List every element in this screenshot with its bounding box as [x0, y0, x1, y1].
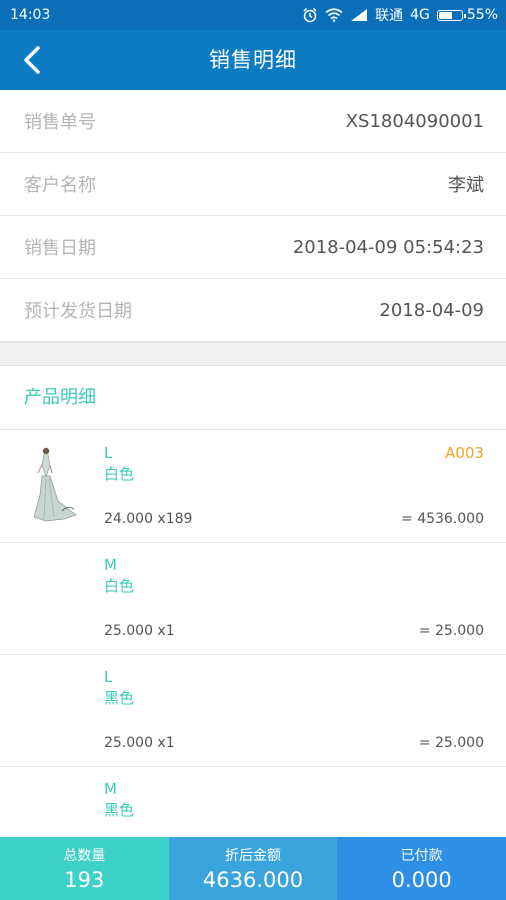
product-size: L: [104, 444, 113, 462]
customer-name-label: 客户名称: [24, 175, 96, 196]
product-color: 黑色: [104, 689, 135, 707]
product-item[interactable]: L 白色 A003 24.000 x189 = 4536.000: [0, 431, 506, 543]
battery-percent: 55%: [466, 7, 498, 23]
discounted-amount-value: 4636.000: [202, 868, 304, 892]
product-size: M: [104, 780, 117, 798]
wifi-icon: [325, 8, 343, 22]
product-total: = 25.000: [418, 735, 484, 751]
sale-date-row: 销售日期 2018-04-09 05:54:23: [0, 216, 506, 279]
product-code: A003: [445, 444, 484, 462]
status-time: 14:03: [10, 7, 51, 23]
product-size: L: [104, 668, 113, 686]
discounted-amount-cell: 折后金额 4636.000: [168, 837, 338, 900]
carrier-label: 联通: [375, 8, 404, 24]
order-number-row: 销售单号 XS1804090001: [0, 90, 506, 153]
nav-bar: 销售明细: [0, 30, 506, 90]
status-indicators: 联通 4G 55%: [302, 5, 498, 25]
summary-footer: 总数量 193 折后金额 4636.000 已付款 0.000: [0, 837, 506, 900]
signal-icon: [351, 9, 368, 21]
battery-icon: [436, 9, 466, 21]
page-title: 销售明细: [209, 48, 297, 72]
ship-date-label: 预计发货日期: [24, 301, 132, 322]
ship-date-value: 2018-04-09: [379, 299, 484, 321]
ship-date-row: 预计发货日期 2018-04-09: [0, 279, 506, 342]
total-quantity-value: 193: [64, 868, 105, 892]
product-image: [33, 447, 77, 522]
customer-name-row: 客户名称 李斌: [0, 153, 506, 216]
chevron-left-icon: [24, 46, 40, 74]
product-list: L 白色 A003 24.000 x189 = 4536.000 M 白色 25…: [0, 431, 506, 879]
total-quantity-label: 总数量: [63, 848, 106, 864]
order-number-value: XS1804090001: [345, 110, 484, 132]
alarm-icon: [303, 7, 317, 23]
total-quantity-cell: 总数量 193: [0, 837, 169, 900]
customer-name-value: 李斌: [448, 175, 484, 196]
paid-amount-cell: 已付款 0.000: [337, 837, 506, 900]
section-divider: [0, 342, 506, 366]
product-item[interactable]: M 白色 25.000 x1 = 25.000: [0, 543, 506, 655]
paid-amount-value: 0.000: [391, 868, 452, 892]
product-quantity: 25.000 x1: [104, 735, 175, 751]
product-item[interactable]: L 黑色 25.000 x1 = 25.000: [0, 655, 506, 767]
battery-indicator: 55%: [436, 7, 498, 23]
product-total: = 4536.000: [401, 511, 484, 527]
order-info-list: 销售单号 XS1804090001 客户名称 李斌 销售日期 2018-04-0…: [0, 90, 506, 342]
product-color: 黑色: [104, 801, 135, 819]
discounted-amount-label: 折后金额: [225, 848, 281, 864]
sale-date-value: 2018-04-09 05:54:23: [292, 236, 484, 258]
paid-amount-label: 已付款: [400, 848, 443, 864]
product-quantity: 25.000 x1: [104, 623, 175, 639]
product-section-title: 产品明细: [0, 366, 506, 430]
status-bar: 14:03 联通 4G 55%: [0, 0, 506, 30]
product-total: = 25.000: [418, 623, 484, 639]
product-color: 白色: [104, 577, 135, 595]
network-label: 4G: [410, 7, 430, 23]
back-button[interactable]: [16, 42, 52, 78]
order-number-label: 销售单号: [24, 112, 96, 133]
product-color: 白色: [104, 465, 135, 483]
sale-date-label: 销售日期: [24, 238, 96, 259]
product-size: M: [104, 556, 117, 574]
product-quantity: 24.000 x189: [104, 511, 193, 527]
